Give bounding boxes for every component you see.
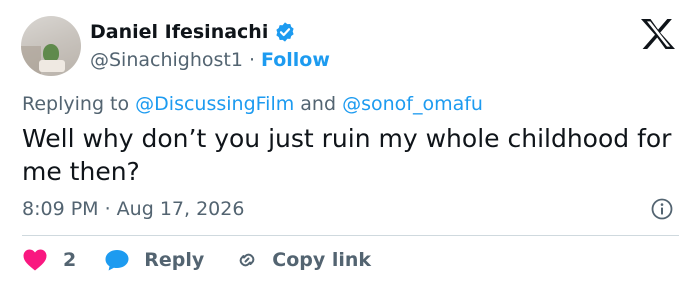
tweet-text: Well why don’t you just ruin my whole ch… bbox=[22, 124, 672, 186]
replying-to-line: Replying to @DiscussingFilm and @sonof_o… bbox=[22, 93, 483, 115]
replying-conjunction: and bbox=[294, 93, 343, 115]
like-button[interactable]: 2 bbox=[22, 248, 76, 272]
x-logo-icon[interactable] bbox=[640, 18, 676, 50]
handle-separator: · bbox=[248, 49, 256, 71]
mention-link-sonof-omafu[interactable]: @sonof_omafu bbox=[342, 93, 483, 115]
copy-link-button[interactable]: Copy link bbox=[234, 248, 371, 272]
like-count: 2 bbox=[63, 249, 77, 271]
author-name-row: Daniel Ifesinachi bbox=[90, 18, 296, 46]
avatar-shelf bbox=[21, 46, 41, 76]
divider bbox=[22, 235, 679, 236]
tweet-actions: 2 Reply Copy link bbox=[22, 243, 371, 277]
avatar-pot bbox=[39, 60, 65, 72]
reply-label: Reply bbox=[144, 249, 205, 271]
verified-badge-icon bbox=[274, 21, 296, 43]
mention-link-discussingfilm[interactable]: @DiscussingFilm bbox=[135, 93, 294, 115]
replying-prefix: Replying to bbox=[22, 93, 136, 115]
author-handle-row: @Sinachighost1 · Follow bbox=[90, 47, 330, 73]
author-handle[interactable]: @Sinachighost1 bbox=[90, 49, 243, 71]
info-icon[interactable] bbox=[650, 197, 674, 221]
heart-icon bbox=[22, 248, 48, 272]
reply-button[interactable]: Reply bbox=[104, 248, 204, 272]
copy-link-label: Copy link bbox=[272, 249, 372, 271]
avatar[interactable] bbox=[21, 16, 81, 76]
link-icon bbox=[234, 248, 260, 272]
author-display-name[interactable]: Daniel Ifesinachi bbox=[90, 21, 268, 43]
tweet-timestamp[interactable]: 8:09 PM · Aug 17, 2026 bbox=[22, 198, 244, 220]
reply-bubble-icon bbox=[104, 248, 130, 272]
follow-button[interactable]: Follow bbox=[261, 49, 330, 71]
